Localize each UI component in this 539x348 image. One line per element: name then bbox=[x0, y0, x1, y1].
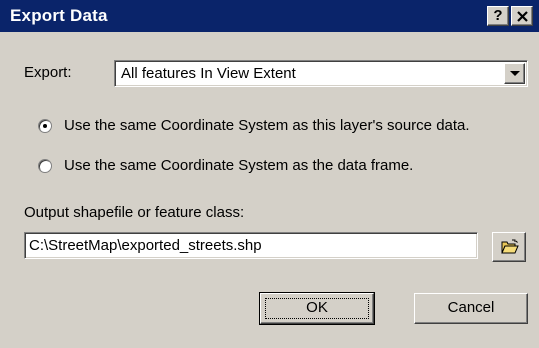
ok-button[interactable]: OK bbox=[259, 292, 375, 325]
help-button[interactable]: ? bbox=[487, 6, 509, 26]
close-icon bbox=[517, 11, 528, 22]
radio-label-data-frame: Use the same Coordinate System as the da… bbox=[64, 157, 414, 174]
dialog-title: Export Data bbox=[10, 6, 108, 25]
chevron-down-icon bbox=[510, 71, 520, 76]
radio-button-source-data[interactable] bbox=[38, 119, 52, 133]
title-bar[interactable]: Export Data ? bbox=[0, 0, 539, 32]
cancel-button[interactable]: Cancel bbox=[414, 293, 528, 324]
radio-button-data-frame[interactable] bbox=[38, 159, 52, 173]
ok-button-label: OK bbox=[306, 299, 328, 316]
help-icon: ? bbox=[493, 7, 503, 24]
export-label: Export: bbox=[24, 64, 72, 81]
export-select-value: All features In View Extent bbox=[121, 65, 296, 82]
radio-data-frame[interactable]: Use the same Coordinate System as the da… bbox=[38, 157, 478, 177]
output-label: Output shapefile or feature class: bbox=[24, 204, 245, 221]
export-select[interactable]: All features In View Extent bbox=[114, 60, 528, 87]
cancel-button-label: Cancel bbox=[447, 299, 495, 316]
radio-selected-dot bbox=[43, 124, 47, 128]
browse-button[interactable] bbox=[492, 232, 526, 262]
open-folder-icon bbox=[501, 239, 519, 254]
export-data-dialog: Export Data ? Export: All features In Vi… bbox=[0, 0, 539, 348]
radio-label-source-data: Use the same Coordinate System as this l… bbox=[64, 117, 470, 134]
close-button[interactable] bbox=[511, 6, 533, 26]
output-path-value: C:\StreetMap\exported_streets.shp bbox=[29, 237, 262, 254]
export-select-dropdown-button[interactable] bbox=[504, 63, 525, 84]
output-path-input[interactable]: C:\StreetMap\exported_streets.shp bbox=[24, 232, 478, 259]
radio-source-data[interactable]: Use the same Coordinate System as this l… bbox=[38, 117, 528, 137]
